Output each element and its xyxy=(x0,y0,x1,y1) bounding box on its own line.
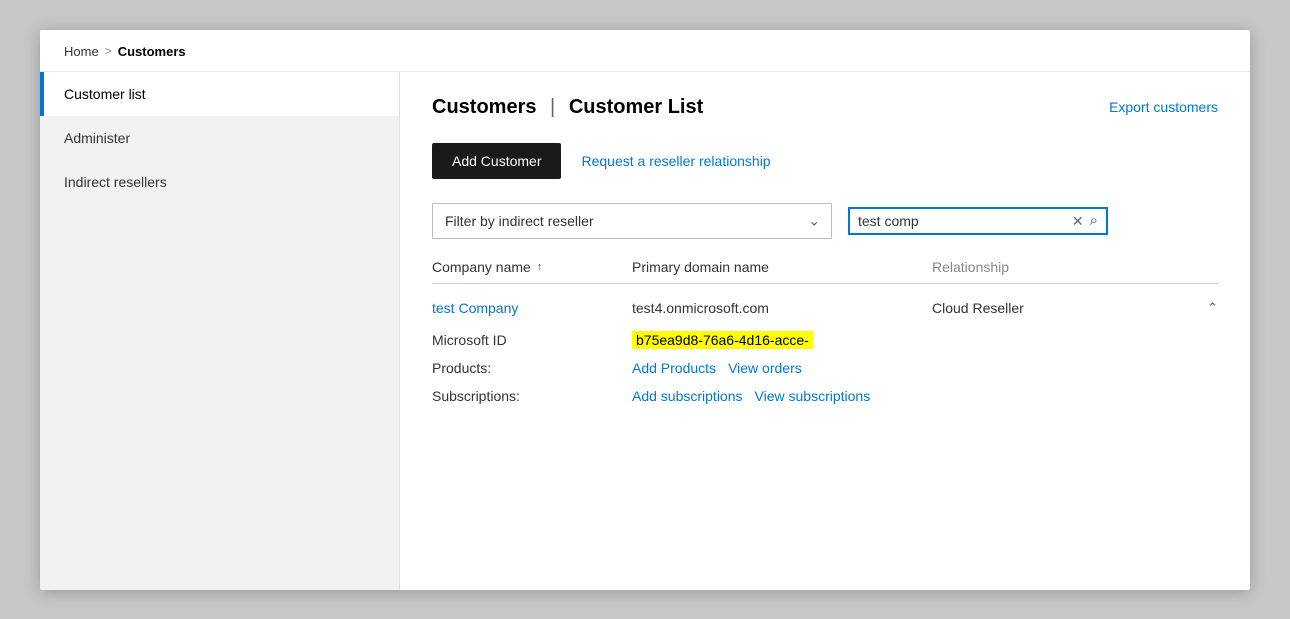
sidebar: Customer list Administer Indirect resell… xyxy=(40,72,400,590)
sidebar-item-indirect-resellers[interactable]: Indirect resellers xyxy=(40,160,399,204)
search-icon[interactable]: ⌕ xyxy=(1090,213,1098,228)
detail-row-subscriptions: Subscriptions: Add subscriptions View su… xyxy=(432,382,1218,410)
breadcrumb-separator: > xyxy=(105,44,112,58)
clear-search-icon[interactable]: ✕ xyxy=(1072,214,1084,228)
detail-row-microsoft-id: Microsoft ID b75ea9d8-76a6-4d16-acce- xyxy=(432,326,1218,354)
expanded-details: Microsoft ID b75ea9d8-76a6-4d16-acce- Pr… xyxy=(432,322,1218,418)
products-links: Add Products View orders xyxy=(632,360,1218,376)
add-customer-button[interactable]: Add Customer xyxy=(432,143,561,179)
col-header-company-name[interactable]: Company name ↑ xyxy=(432,259,632,275)
search-box: ✕ ⌕ xyxy=(848,207,1108,235)
subscriptions-label: Subscriptions: xyxy=(432,388,632,404)
microsoft-id-value: b75ea9d8-76a6-4d16-acce- xyxy=(632,332,1218,348)
company-name-cell: test Company xyxy=(432,300,632,316)
page-title: Customers | Customer List xyxy=(432,96,703,119)
page-header: Customers | Customer List Export custome… xyxy=(432,96,1218,119)
content-area: Customers | Customer List Export custome… xyxy=(400,72,1250,590)
table-header: Company name ↑ Primary domain name Relat… xyxy=(432,259,1218,284)
filters-row: Filter by indirect reseller ⌄ ✕ ⌕ xyxy=(432,203,1218,239)
relationship-value: Cloud Reseller xyxy=(932,300,1024,316)
add-products-link[interactable]: Add Products xyxy=(632,360,716,376)
detail-row-products: Products: Add Products View orders xyxy=(432,354,1218,382)
products-label: Products: xyxy=(432,360,632,376)
table-row: test Company test4.onmicrosoft.com Cloud… xyxy=(432,288,1218,418)
microsoft-id-highlighted: b75ea9d8-76a6-4d16-acce- xyxy=(632,331,813,349)
breadcrumb: Home > Customers xyxy=(40,30,1250,72)
table-row-main: test Company test4.onmicrosoft.com Cloud… xyxy=(432,288,1218,322)
filter-by-reseller-select[interactable]: Filter by indirect reseller xyxy=(432,203,832,239)
breadcrumb-current: Customers xyxy=(118,44,186,59)
sidebar-item-label-administer: Administer xyxy=(64,130,130,146)
breadcrumb-home[interactable]: Home xyxy=(64,44,99,59)
col-header-primary-domain: Primary domain name xyxy=(632,259,932,275)
page-title-sub: Customer List xyxy=(569,96,703,118)
add-subscriptions-link[interactable]: Add subscriptions xyxy=(632,388,743,404)
sort-up-icon: ↑ xyxy=(537,261,543,273)
microsoft-id-label: Microsoft ID xyxy=(432,332,632,348)
app-window: Home > Customers Customer list Administe… xyxy=(40,30,1250,590)
domain-value: test4.onmicrosoft.com xyxy=(632,300,769,316)
sidebar-item-administer[interactable]: Administer xyxy=(40,116,399,160)
actions-row: Add Customer Request a reseller relation… xyxy=(432,143,1218,179)
col-label-primary-domain: Primary domain name xyxy=(632,259,769,275)
col-header-relationship: Relationship xyxy=(932,259,1218,275)
company-name-link[interactable]: test Company xyxy=(432,300,518,316)
request-reseller-link[interactable]: Request a reseller relationship xyxy=(581,153,770,169)
export-customers-link[interactable]: Export customers xyxy=(1109,99,1218,115)
col-label-relationship: Relationship xyxy=(932,259,1009,275)
sidebar-item-label-customer-list: Customer list xyxy=(64,86,146,102)
page-title-separator: | xyxy=(550,96,555,118)
relationship-cell: Cloud Reseller ⌃ xyxy=(932,300,1218,316)
col-label-company-name: Company name xyxy=(432,259,531,275)
main-layout: Customer list Administer Indirect resell… xyxy=(40,72,1250,590)
page-title-main: Customers xyxy=(432,96,536,118)
search-input[interactable] xyxy=(858,213,1066,229)
view-subscriptions-link[interactable]: View subscriptions xyxy=(755,388,871,404)
sidebar-item-label-indirect-resellers: Indirect resellers xyxy=(64,174,167,190)
chevron-up-icon[interactable]: ⌃ xyxy=(1207,300,1218,316)
sidebar-item-customer-list[interactable]: Customer list xyxy=(40,72,399,116)
view-orders-link[interactable]: View orders xyxy=(728,360,802,376)
domain-cell: test4.onmicrosoft.com xyxy=(632,300,932,316)
subscriptions-links: Add subscriptions View subscriptions xyxy=(632,388,1218,404)
filter-dropdown-container: Filter by indirect reseller ⌄ xyxy=(432,203,832,239)
